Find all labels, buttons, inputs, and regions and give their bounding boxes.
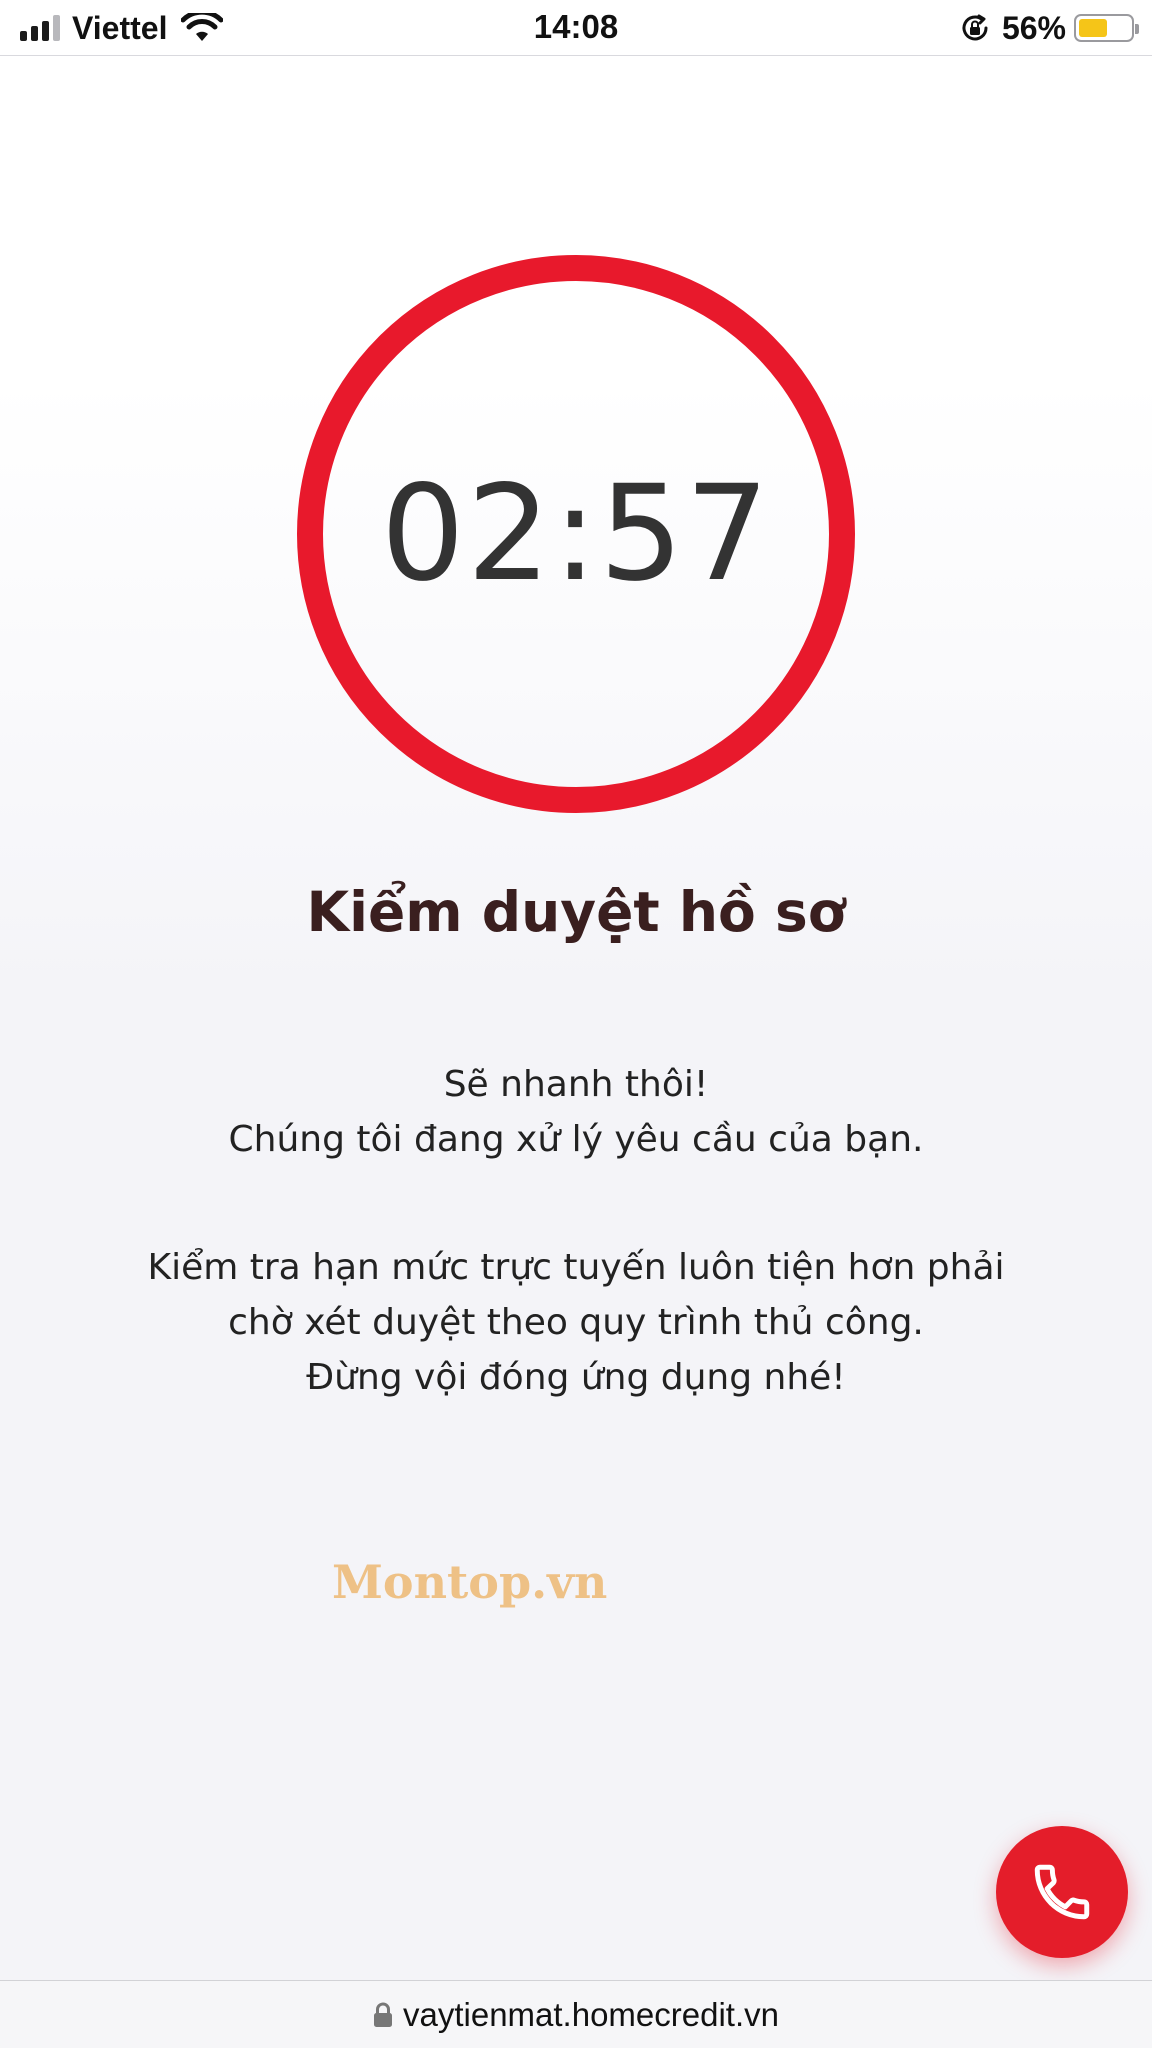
info-message: Kiểm tra hạn mức trực tuyến luôn tiện hơ… — [0, 1240, 1152, 1405]
url-text: vaytienmat.homecredit.vn — [402, 1995, 779, 2033]
watermark: Montop.vn — [332, 1555, 608, 1609]
battery-fill — [1079, 19, 1107, 37]
status-message: Sẽ nhanh thôi! Chúng tôi đang xử lý yêu … — [0, 1057, 1152, 1167]
info-message-line: chờ xét duyệt theo quy trình thủ công. — [228, 1302, 924, 1343]
info-message-line: Kiểm tra hạn mức trực tuyến luôn tiện hơ… — [147, 1247, 1005, 1288]
countdown-timer: 02:57 — [380, 457, 772, 611]
battery-icon — [1074, 14, 1139, 42]
status-message-line: Sẽ nhanh thôi! — [443, 1064, 709, 1105]
padlock-icon — [373, 2002, 392, 2027]
status-bar: Viettel 14:08 56% — [0, 0, 1152, 56]
phone-icon — [1034, 1864, 1090, 1920]
status-right: 56% — [960, 8, 1139, 48]
address-bar[interactable]: vaytienmat.homecredit.vn — [0, 1980, 1152, 2048]
page-title: Kiểm duyệt hồ sơ — [306, 880, 846, 944]
orientation-lock-icon — [962, 14, 988, 41]
battery-percent: 56% — [1001, 9, 1066, 46]
call-button[interactable] — [996, 1826, 1128, 1958]
info-message-line: Đừng vội đóng ứng dụng nhé! — [306, 1357, 846, 1398]
status-message-line: Chúng tôi đang xử lý yêu cầu của bạn. — [228, 1119, 924, 1160]
